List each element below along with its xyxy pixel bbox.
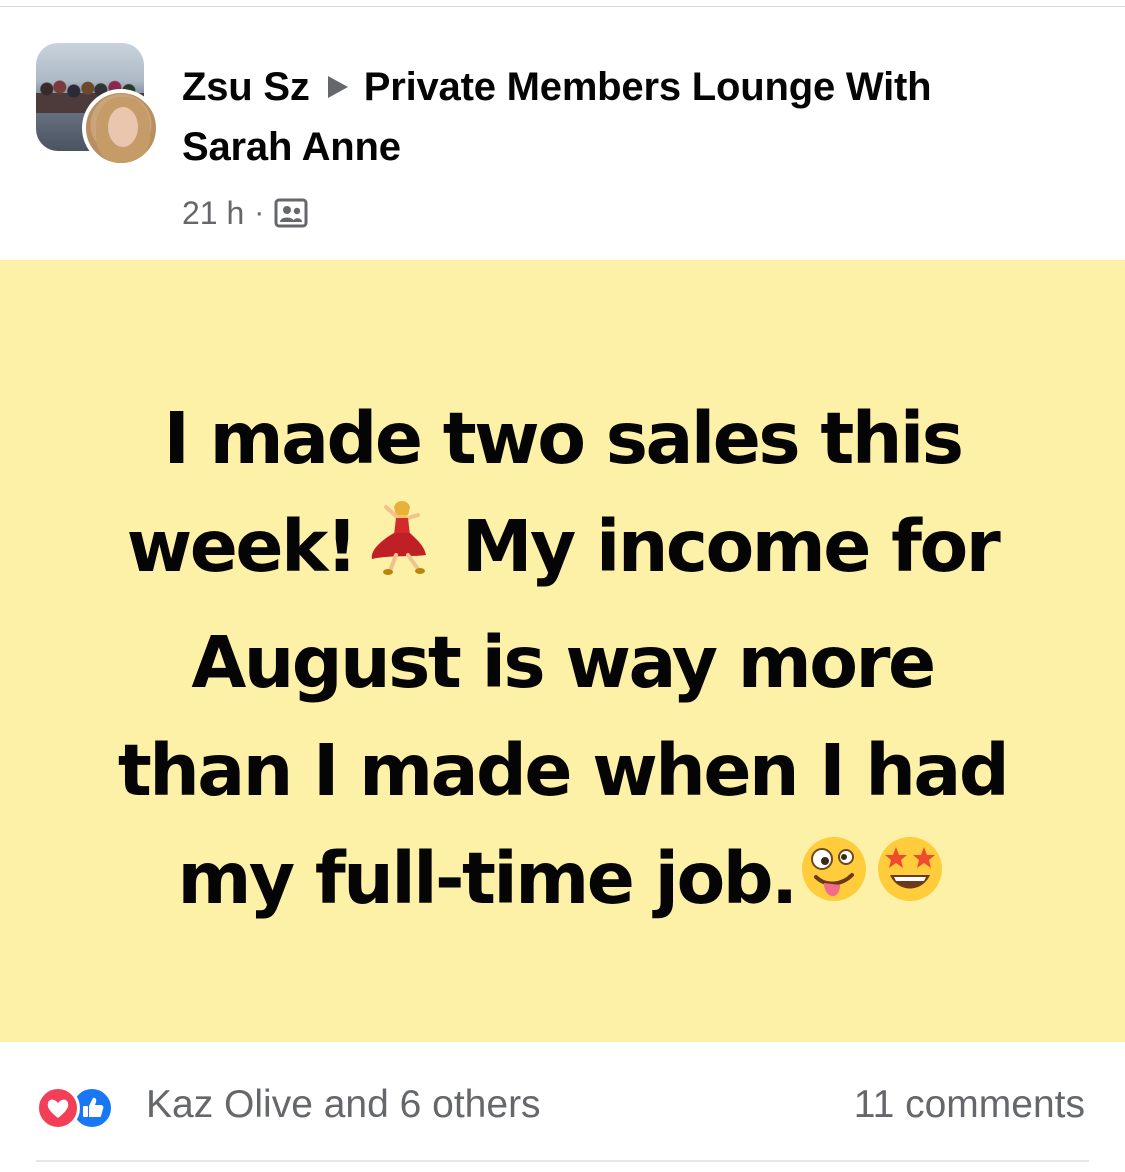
post-title: Zsu Sz Private Members Lounge With [182,57,1062,117]
arrow-right-icon [327,76,348,98]
meta-separator: · [254,196,265,229]
avatar-stack[interactable] [36,43,160,167]
message-line-5: my full-time job. [73,825,1053,937]
group-name-link[interactable]: Private Members Lounge With [364,65,932,109]
group-name-link-cont[interactable]: Sarah Anne [182,125,401,169]
bottom-divider [36,1160,1089,1162]
message-line-1: I made two sales this [163,397,964,481]
post-title-line2: Sarah Anne [182,117,1062,177]
message-line-5-text: my full-time job. [177,836,798,920]
author-avatar[interactable] [82,89,160,167]
post-screenshot: Zsu Sz Private Members Lounge With Sarah … [0,0,1125,1172]
message-line-2b: My income for [439,505,1001,589]
message-line-4: than I made when I had [117,728,1010,812]
group-members-icon [274,197,308,229]
comments-count[interactable]: 11 comments [854,1082,1085,1128]
author-name-link[interactable]: Zsu Sz [182,65,310,109]
zany-face-emoji [796,829,872,937]
woman-dancing-emoji [356,495,440,609]
love-reaction-icon [36,1086,80,1130]
post-footer: Kaz Olive and 6 others 11 comments [0,1042,1125,1162]
post-message: I made two sales this week! My income fo… [73,385,1053,937]
post-timestamp[interactable]: 21 h [182,195,244,232]
reactors-summary[interactable]: Kaz Olive and 6 others [146,1082,541,1128]
star-struck-emoji [872,829,948,937]
message-line-3: August is way more [191,620,936,704]
text-post-banner[interactable]: I made two sales this week! My income fo… [0,260,1125,1042]
post-header-text: Zsu Sz Private Members Lounge With Sarah … [182,57,1062,233]
reaction-icons[interactable] [36,1084,136,1130]
message-line-2: week! My income for [73,493,1053,608]
post-header: Zsu Sz Private Members Lounge With Sarah … [0,7,1125,260]
message-line-2a: week! [126,505,359,589]
post-meta: 21 h · [182,193,1062,233]
